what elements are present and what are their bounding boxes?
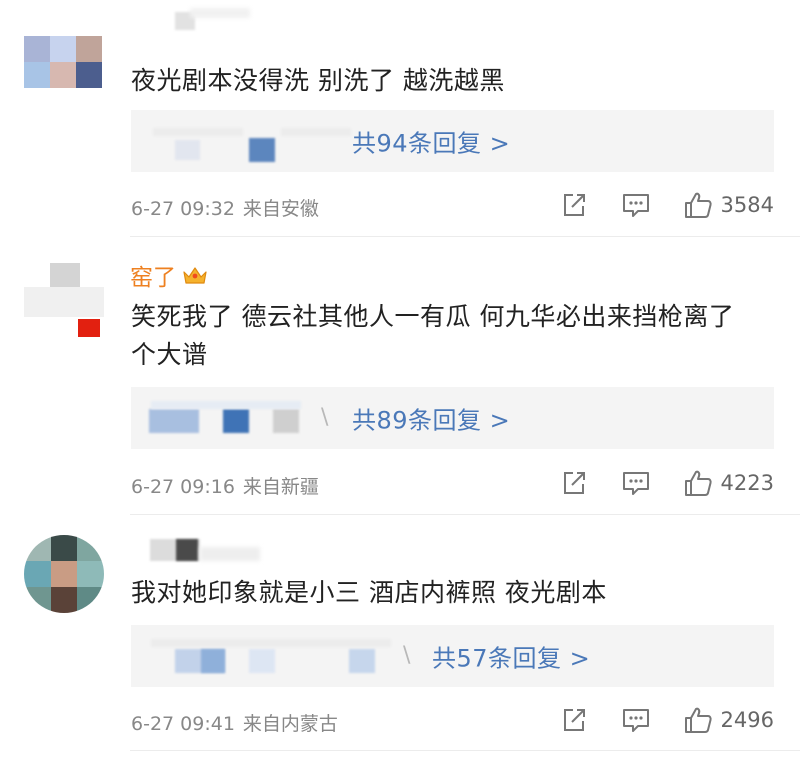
avatar[interactable] bbox=[24, 36, 102, 96]
comment-date: 6-27 09:32 bbox=[131, 198, 235, 220]
comment-meta: 6-27 09:16 来自新疆 bbox=[131, 472, 319, 499]
comment-item: 窑了 笑死我了 德云社其他人一有瓜 何九华必出来挡枪离了个大谱 \ 共89条回复… bbox=[0, 237, 800, 513]
divider bbox=[130, 750, 800, 751]
share-icon[interactable] bbox=[559, 190, 589, 220]
comment-text: 夜光剧本没得洗 别洗了 越洗越黑 bbox=[131, 66, 505, 95]
comment-item: 夜光剧本没得洗 别洗了 越洗越黑 共94条回复 > 6-27 09:32 来自安徽… bbox=[0, 0, 800, 236]
reply-preview-box[interactable]: 共94条回复 > bbox=[131, 110, 774, 172]
share-icon[interactable] bbox=[559, 468, 589, 498]
username-blur bbox=[130, 8, 250, 30]
like-count: 2496 bbox=[720, 708, 774, 732]
comment-actions: 4223 bbox=[559, 468, 774, 498]
comment-date: 6-27 09:41 bbox=[131, 713, 235, 735]
thumbs-up-icon[interactable] bbox=[683, 468, 713, 498]
username-blur bbox=[128, 535, 268, 567]
comment-text: 我对她印象就是小三 酒店内裤照 夜光剧本 bbox=[131, 578, 607, 607]
comment-icon[interactable] bbox=[621, 190, 651, 220]
like-count: 3584 bbox=[720, 193, 774, 217]
username-text: 窑了 bbox=[130, 265, 176, 291]
comment-actions: 3584 bbox=[559, 190, 774, 220]
comment-item: 我对她印象就是小三 酒店内裤照 夜光剧本 \ 共57条回复 > 6-27 09:… bbox=[0, 515, 800, 761]
comment-icon[interactable] bbox=[621, 705, 651, 735]
view-replies-link[interactable]: 共89条回复 > bbox=[352, 401, 510, 436]
comment-meta: 6-27 09:41 来自内蒙古 bbox=[131, 709, 338, 736]
avatar[interactable] bbox=[24, 259, 104, 341]
thumbs-up-icon[interactable] bbox=[683, 190, 713, 220]
comment-location: 来自内蒙古 bbox=[242, 713, 338, 735]
comment-icon[interactable] bbox=[621, 468, 651, 498]
comment-location: 来自新疆 bbox=[242, 476, 319, 498]
comment-date: 6-27 09:16 bbox=[131, 476, 235, 498]
comment-location: 来自安徽 bbox=[242, 198, 319, 220]
view-replies-link[interactable]: 共94条回复 > bbox=[352, 124, 510, 159]
reply-preview-box[interactable]: \ 共89条回复 > bbox=[131, 387, 774, 449]
comment-meta: 6-27 09:32 来自安徽 bbox=[131, 194, 319, 221]
thumbs-up-icon[interactable] bbox=[683, 705, 713, 735]
view-replies-link[interactable]: 共57条回复 > bbox=[432, 639, 590, 674]
comment-actions: 2496 bbox=[559, 705, 774, 735]
avatar[interactable] bbox=[24, 535, 104, 613]
username[interactable]: 窑了 bbox=[130, 259, 208, 291]
comment-text: 笑死我了 德云社其他人一有瓜 何九华必出来挡枪离了个大谱 bbox=[131, 302, 735, 369]
like-count: 4223 bbox=[720, 471, 774, 495]
share-icon[interactable] bbox=[559, 705, 589, 735]
crown-icon bbox=[183, 267, 207, 284]
reply-preview-box[interactable]: \ 共57条回复 > bbox=[131, 625, 774, 687]
